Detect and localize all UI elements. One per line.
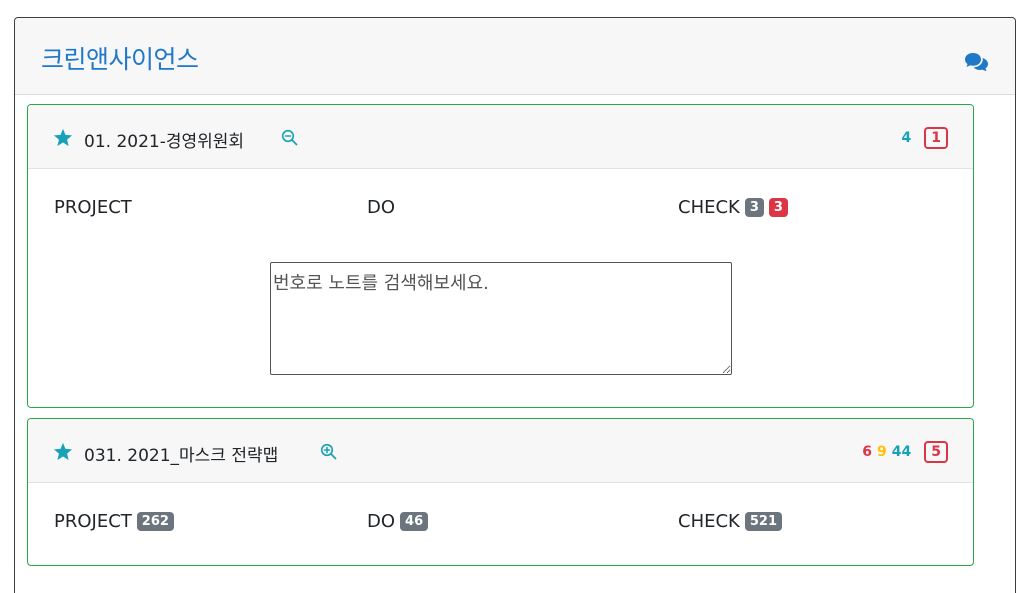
check-count-badge: 3 bbox=[744, 198, 764, 217]
note-card: 01. 2021-경영위원회 4 1 PROJECT DO CHECK 3 3 bbox=[27, 104, 974, 408]
card-header: 01. 2021-경영위원회 4 1 bbox=[28, 105, 973, 169]
card-title[interactable]: 01. 2021-경영위원회 bbox=[84, 127, 244, 152]
star-icon[interactable] bbox=[53, 128, 73, 147]
card-stats: 6 9 44 5 bbox=[862, 441, 948, 463]
do-column[interactable]: DO 46 bbox=[367, 511, 429, 532]
note-search-input[interactable] bbox=[270, 262, 732, 375]
project-label: PROJECT bbox=[54, 197, 132, 218]
note-card: 031. 2021_마스크 전략맵 6 9 44 5 PROJECT 262 D… bbox=[27, 418, 974, 566]
do-label: DO bbox=[367, 197, 396, 218]
check-label: CHECK bbox=[678, 511, 740, 532]
stat-yellow-count: 9 bbox=[877, 444, 887, 460]
card-stats: 4 1 bbox=[901, 127, 948, 149]
project-column[interactable]: PROJECT 262 bbox=[54, 511, 174, 532]
check-label: CHECK bbox=[678, 197, 740, 218]
do-label: DO bbox=[367, 511, 396, 532]
project-label: PROJECT bbox=[54, 511, 132, 532]
stat-boxed-count[interactable]: 5 bbox=[924, 441, 948, 463]
check-column[interactable]: CHECK 521 bbox=[678, 511, 782, 532]
zoom-in-icon[interactable] bbox=[320, 443, 337, 460]
check-count-badge: 521 bbox=[744, 512, 782, 531]
project-count-badge: 262 bbox=[136, 512, 174, 531]
stat-boxed-count[interactable]: 1 bbox=[924, 127, 948, 149]
do-count-badge: 46 bbox=[400, 512, 429, 531]
card-title[interactable]: 031. 2021_마스크 전략맵 bbox=[84, 441, 278, 466]
check-column[interactable]: CHECK 3 3 bbox=[678, 197, 788, 218]
check-alert-badge: 3 bbox=[768, 198, 788, 217]
stat-teal-count: 4 bbox=[901, 130, 912, 146]
comments-icon[interactable] bbox=[964, 52, 989, 72]
page-title: 크린앤사이언스 bbox=[41, 45, 199, 74]
stat-teal-count: 44 bbox=[891, 444, 912, 460]
do-column[interactable]: DO bbox=[367, 197, 395, 218]
panel-header: 크린앤사이언스 bbox=[15, 18, 1015, 95]
stat-red-count: 6 bbox=[862, 444, 873, 460]
pdc-row: PROJECT DO CHECK 3 3 bbox=[28, 197, 973, 227]
pdc-row: PROJECT 262 DO 46 CHECK 521 bbox=[28, 511, 973, 541]
star-icon[interactable] bbox=[53, 442, 73, 461]
zoom-out-icon[interactable] bbox=[281, 129, 298, 146]
card-header: 031. 2021_마스크 전략맵 6 9 44 5 bbox=[28, 419, 973, 483]
project-column[interactable]: PROJECT bbox=[54, 197, 132, 218]
